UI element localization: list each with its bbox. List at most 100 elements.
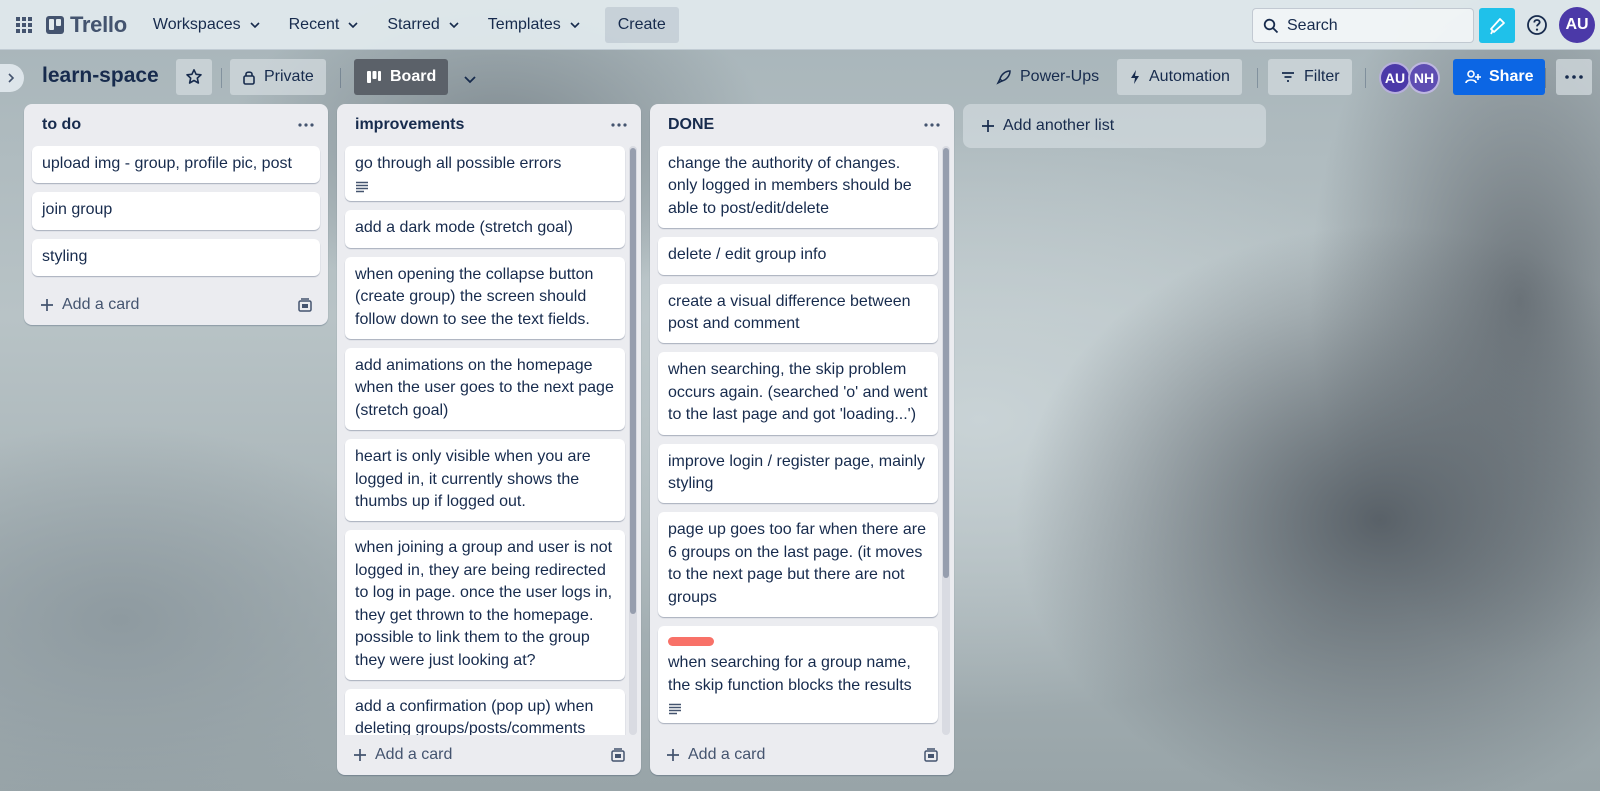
scrollbar[interactable] — [942, 146, 950, 735]
header-divider — [1545, 68, 1546, 88]
powerups-button[interactable]: Power-Ups — [984, 59, 1111, 95]
create-from-template-icon[interactable] — [922, 746, 940, 764]
visibility-label: Private — [264, 68, 314, 85]
board-view-icon — [367, 71, 381, 83]
header-divider — [221, 68, 222, 88]
visibility-button[interactable]: Private — [230, 59, 326, 95]
card[interactable]: go through all possible errors — [345, 146, 625, 202]
search-box[interactable] — [1252, 8, 1474, 43]
share-label: Share — [1489, 68, 1534, 85]
card[interactable]: styling — [32, 238, 320, 277]
board-title[interactable]: learn-space — [42, 64, 159, 88]
card-title: go through all possible errors — [355, 155, 562, 172]
list-menu-button[interactable] — [605, 111, 633, 139]
share-button[interactable]: Share — [1453, 59, 1546, 95]
search-input[interactable] — [1287, 16, 1447, 35]
add-list-button[interactable]: Add another list — [963, 104, 1266, 148]
add-card-button[interactable]: Add a card — [666, 746, 765, 764]
list-title[interactable]: improvements — [355, 116, 464, 134]
list-menu-button[interactable] — [918, 111, 946, 139]
more-icon — [611, 123, 627, 127]
list-scroll-area[interactable]: change the authority of changes. only lo… — [650, 146, 954, 735]
powerups-label: Power-Ups — [1020, 68, 1100, 85]
card[interactable]: add animations on the homepage when the … — [345, 348, 625, 431]
card[interactable]: create a visual difference between post … — [658, 283, 938, 344]
automation-button[interactable]: Automation — [1117, 59, 1242, 95]
list-header: DONE — [650, 104, 954, 146]
scrollbar[interactable] — [629, 146, 637, 735]
board-view-button[interactable]: Board — [354, 59, 449, 95]
create-button[interactable]: Create — [604, 6, 679, 43]
add-person-icon — [1465, 70, 1481, 84]
chevron-down-icon — [464, 76, 476, 84]
list-title[interactable]: DONE — [668, 116, 714, 134]
sidebar-toggle[interactable] — [0, 64, 24, 92]
card-title: when searching for a group name, the ski… — [668, 654, 912, 694]
member-avatar[interactable]: NH — [1408, 62, 1440, 94]
chevron-down-icon — [348, 21, 358, 28]
recent-menu[interactable]: Recent — [277, 7, 372, 43]
card[interactable]: when opening the collapse button (create… — [345, 256, 625, 340]
add-card-label: Add a card — [62, 296, 140, 314]
card-list: upload img - group, profile pic, post jo… — [24, 146, 328, 277]
card[interactable]: improve login / register page, mainly st… — [658, 443, 938, 504]
plus-icon — [354, 749, 366, 761]
add-card-row: Add a card — [337, 735, 641, 775]
plus-icon — [982, 120, 994, 132]
more-icon — [924, 123, 940, 127]
card[interactable]: when joining a group and user is not log… — [345, 530, 625, 680]
notifications-button[interactable] — [1479, 8, 1515, 43]
chevron-down-icon — [250, 21, 260, 28]
add-card-row: Add a card — [650, 735, 954, 775]
scrollbar-thumb[interactable] — [630, 148, 636, 614]
card-label-red[interactable] — [668, 637, 714, 647]
header-divider — [1365, 68, 1366, 88]
view-switcher-button[interactable] — [458, 67, 482, 91]
card[interactable]: upload img - group, profile pic, post — [32, 146, 320, 184]
card-list: go through all possible errors add a dar… — [337, 146, 641, 735]
list-menu-button[interactable] — [292, 111, 320, 139]
app-switcher-icon[interactable] — [8, 9, 40, 41]
rocket-icon — [996, 70, 1011, 85]
account-avatar[interactable]: AU — [1559, 7, 1595, 43]
help-button[interactable] — [1523, 11, 1551, 39]
list-scroll-area[interactable]: go through all possible errors add a dar… — [337, 146, 641, 735]
description-icon — [669, 703, 681, 715]
card[interactable]: page up goes too far when there are 6 gr… — [658, 512, 938, 618]
trello-logo[interactable]: Trello — [46, 9, 127, 41]
plus-icon — [41, 299, 53, 312]
board-view-label: Board — [390, 68, 437, 85]
starred-label: Starred — [387, 15, 440, 33]
create-from-template-icon[interactable] — [296, 296, 314, 314]
card[interactable]: add a dark mode (stretch goal) — [345, 210, 625, 248]
add-card-button[interactable]: Add a card — [40, 296, 139, 314]
starred-menu[interactable]: Starred — [375, 7, 471, 43]
board-menu-button[interactable] — [1556, 59, 1592, 95]
card[interactable]: when searching, the skip problem occurs … — [658, 352, 938, 435]
create-from-template-icon[interactable] — [609, 746, 627, 764]
workspaces-menu[interactable]: Workspaces — [141, 7, 273, 43]
filter-button[interactable]: Filter — [1268, 59, 1352, 95]
card[interactable]: when searching for a group name, the ski… — [658, 626, 938, 723]
card-list: change the authority of changes. only lo… — [650, 146, 954, 723]
header-divider — [1257, 68, 1258, 88]
chevron-down-icon — [570, 21, 580, 28]
list-title[interactable]: to do — [42, 116, 81, 134]
list-header: to do — [24, 104, 328, 146]
scrollbar-thumb[interactable] — [943, 148, 949, 578]
star-board-button[interactable] — [176, 59, 212, 95]
member-avatar[interactable]: AU — [1379, 62, 1411, 94]
card[interactable]: heart is only visible when you are logge… — [345, 439, 625, 522]
card[interactable]: join group — [32, 192, 320, 230]
card[interactable]: change the authority of changes. only lo… — [658, 146, 938, 229]
megaphone-icon — [1490, 17, 1505, 34]
trello-logo-icon — [46, 15, 64, 34]
add-card-button[interactable]: Add a card — [353, 746, 452, 764]
chevron-down-icon — [449, 21, 459, 28]
header-divider — [340, 68, 341, 88]
lightning-icon — [1131, 70, 1139, 84]
filter-label: Filter — [1304, 68, 1340, 85]
templates-menu[interactable]: Templates — [476, 7, 593, 43]
card[interactable]: delete / edit group info — [658, 237, 938, 275]
card[interactable]: add a confirmation (pop up) when deletin… — [345, 688, 625, 735]
